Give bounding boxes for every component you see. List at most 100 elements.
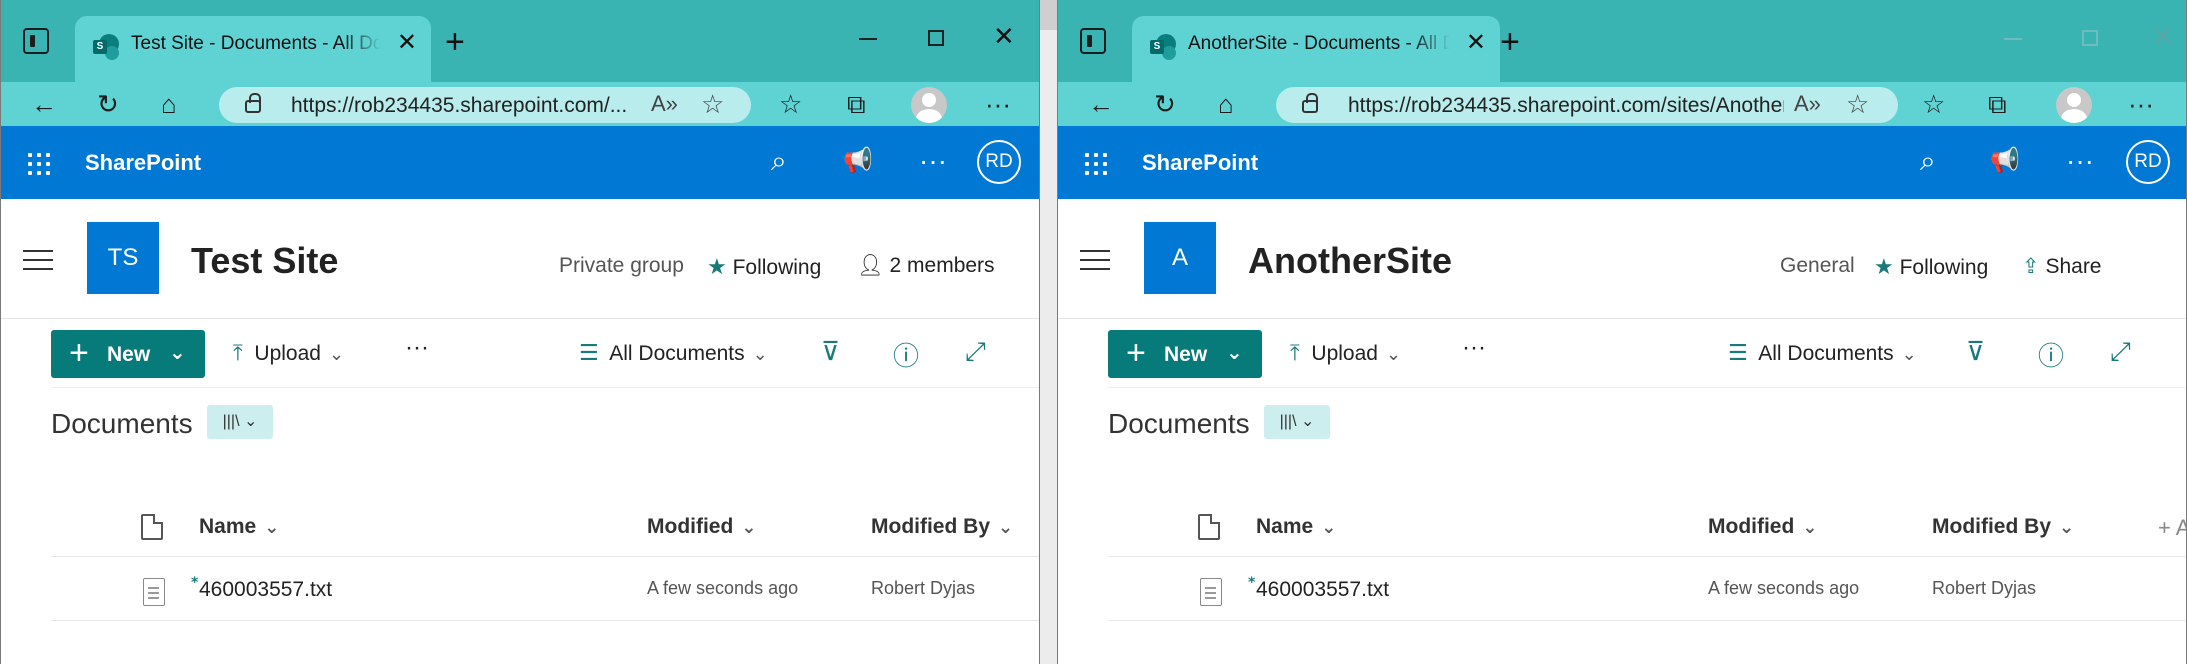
- settings-more-icon[interactable]: ···: [2066, 146, 2094, 176]
- view-switcher[interactable]: ☰ All Documents ⌄: [1728, 340, 1917, 366]
- tab-title: AnotherSite - Documents - All Documents: [1188, 33, 1450, 54]
- library-switch-icon[interactable]: |||\ ⌄: [1264, 405, 1330, 439]
- tab-actions-icon[interactable]: [1080, 28, 1106, 54]
- tab-actions-icon[interactable]: [23, 28, 49, 54]
- address-bar[interactable]: https://rob234435.sharepoint.com/... A» …: [219, 87, 751, 123]
- app-launcher-icon[interactable]: [1085, 153, 1107, 175]
- lock-icon: [245, 93, 261, 113]
- back-icon[interactable]: ←: [1088, 90, 1114, 118]
- collections-icon[interactable]: ⧉: [847, 90, 866, 118]
- file-type-header-icon[interactable]: [141, 514, 163, 540]
- profile-avatar[interactable]: [2056, 87, 2092, 123]
- browser-menu-icon[interactable]: ···: [985, 90, 1011, 118]
- minimize-icon[interactable]: [859, 38, 877, 40]
- sharepoint-brand[interactable]: SharePoint: [85, 150, 201, 176]
- filter-icon[interactable]: ⊽: [1966, 336, 1985, 367]
- browser-tab-active[interactable]: S AnotherSite - Documents - All Document…: [1132, 16, 1500, 82]
- more-commands-button[interactable]: ···: [1462, 334, 1486, 362]
- more-commands-button[interactable]: ···: [405, 334, 429, 362]
- view-switcher[interactable]: ☰ All Documents ⌄: [579, 340, 768, 366]
- column-header-modified[interactable]: Modified ⌄: [647, 515, 756, 539]
- column-header-name[interactable]: Name ⌄: [199, 515, 279, 539]
- browser-tab-active[interactable]: S Test Site - Documents - All Documents …: [75, 16, 431, 82]
- maximize-icon[interactable]: [928, 30, 944, 46]
- back-icon[interactable]: ←: [31, 90, 57, 118]
- address-url: https://rob234435.sharepoint.com/...: [291, 94, 628, 117]
- members-button[interactable]: 👤︎ 2 members: [857, 254, 995, 278]
- info-icon[interactable]: ⓘ: [893, 336, 919, 373]
- new-item-sparkle-icon: ⁎: [1248, 570, 1256, 586]
- minimize-icon[interactable]: [2004, 38, 2022, 40]
- column-header-modified-by[interactable]: Modified By ⌄: [1932, 515, 2074, 539]
- library-switch-icon[interactable]: |||\ ⌄: [207, 405, 273, 439]
- browser-menu-icon[interactable]: ···: [2128, 90, 2154, 118]
- header-row-divider: [1108, 556, 2186, 557]
- new-tab-icon[interactable]: +: [1500, 25, 1520, 59]
- sharepoint-brand[interactable]: SharePoint: [1142, 150, 1258, 176]
- home-icon[interactable]: ⌂: [1218, 90, 1234, 118]
- site-title[interactable]: Test Site: [191, 240, 338, 282]
- site-logo[interactable]: TS: [87, 222, 159, 294]
- window-close-icon[interactable]: ✕: [993, 23, 1015, 49]
- file-type-header-icon[interactable]: [1198, 514, 1220, 540]
- feedback-megaphone-icon[interactable]: 📢: [843, 146, 873, 176]
- site-privacy: General: [1780, 254, 1855, 277]
- search-icon[interactable]: ⌕: [1920, 146, 1936, 176]
- person-icon: 👤︎: [857, 254, 884, 277]
- star-icon: ★: [1874, 254, 1894, 279]
- background-gap: [1040, 0, 1057, 664]
- add-favorite-icon[interactable]: ☆: [1846, 89, 1869, 120]
- site-nav-menu-icon[interactable]: [1080, 250, 1110, 277]
- favorites-icon[interactable]: ☆: [779, 90, 802, 118]
- new-button[interactable]: + New ⌄: [1108, 330, 1262, 378]
- new-tab-icon[interactable]: +: [445, 25, 465, 59]
- window-close-icon[interactable]: ✕: [2152, 23, 2174, 49]
- tab-title: Test Site - Documents - All Documents: [131, 33, 381, 54]
- expand-icon[interactable]: ⤢: [2110, 336, 2131, 368]
- read-aloud-icon[interactable]: A»: [1794, 91, 1821, 117]
- text-file-icon: [1200, 578, 1222, 606]
- column-header-modified-by[interactable]: Modified By ⌄: [871, 515, 1013, 539]
- follow-button[interactable]: ★ Following: [1874, 254, 1988, 280]
- maximize-icon[interactable]: [2082, 30, 2098, 46]
- address-bar[interactable]: https://rob234435.sharepoint.com/sites/A…: [1276, 87, 1898, 123]
- add-column-button[interactable]: + A: [2158, 515, 2186, 541]
- share-button[interactable]: ⇪ Share: [2022, 254, 2102, 279]
- favorites-icon[interactable]: ☆: [1922, 90, 1945, 118]
- refresh-icon[interactable]: ↻: [97, 90, 119, 118]
- search-icon[interactable]: ⌕: [771, 146, 787, 176]
- site-logo[interactable]: A: [1144, 222, 1216, 294]
- header-divider: [1, 318, 1039, 319]
- collections-icon[interactable]: ⧉: [1988, 90, 2007, 118]
- plus-icon: +: [1126, 334, 1146, 372]
- file-name[interactable]: 460003557.txt: [1256, 578, 1389, 602]
- site-nav-menu-icon[interactable]: [23, 250, 53, 277]
- file-name[interactable]: 460003557.txt: [199, 578, 332, 602]
- new-button[interactable]: + New ⌄: [51, 330, 205, 378]
- tab-close-icon[interactable]: ✕: [1466, 31, 1486, 55]
- tab-close-icon[interactable]: ✕: [397, 31, 417, 55]
- upload-button[interactable]: ⤒ Upload ⌄: [233, 340, 344, 366]
- file-modified-by: Robert Dyjas: [1932, 578, 2037, 598]
- info-icon[interactable]: ⓘ: [2038, 336, 2064, 373]
- add-favorite-icon[interactable]: ☆: [701, 89, 724, 120]
- expand-icon[interactable]: ⤢: [965, 336, 986, 368]
- commandbar-divider: [51, 387, 1039, 388]
- settings-more-icon[interactable]: ···: [919, 146, 947, 176]
- follow-button[interactable]: ★ Following: [707, 254, 821, 280]
- column-header-modified[interactable]: Modified ⌄: [1708, 515, 1817, 539]
- feedback-megaphone-icon[interactable]: 📢: [1990, 146, 2020, 176]
- site-title[interactable]: AnotherSite: [1248, 240, 1452, 282]
- refresh-icon[interactable]: ↻: [1154, 90, 1176, 118]
- column-header-name[interactable]: Name ⌄: [1256, 515, 1336, 539]
- user-avatar[interactable]: RD: [2126, 140, 2170, 184]
- app-launcher-icon[interactable]: [28, 153, 50, 175]
- sharepoint-suite-bar: SharePoint ⌕ 📢 ··· RD: [1058, 126, 2186, 199]
- upload-button[interactable]: ⤒ Upload ⌄: [1290, 340, 1401, 366]
- profile-avatar[interactable]: [911, 87, 947, 123]
- user-avatar[interactable]: RD: [977, 140, 1021, 184]
- filter-icon[interactable]: ⊽: [821, 336, 840, 367]
- read-aloud-icon[interactable]: A»: [651, 91, 678, 117]
- home-icon[interactable]: ⌂: [161, 90, 177, 118]
- header-divider: [1058, 318, 2186, 319]
